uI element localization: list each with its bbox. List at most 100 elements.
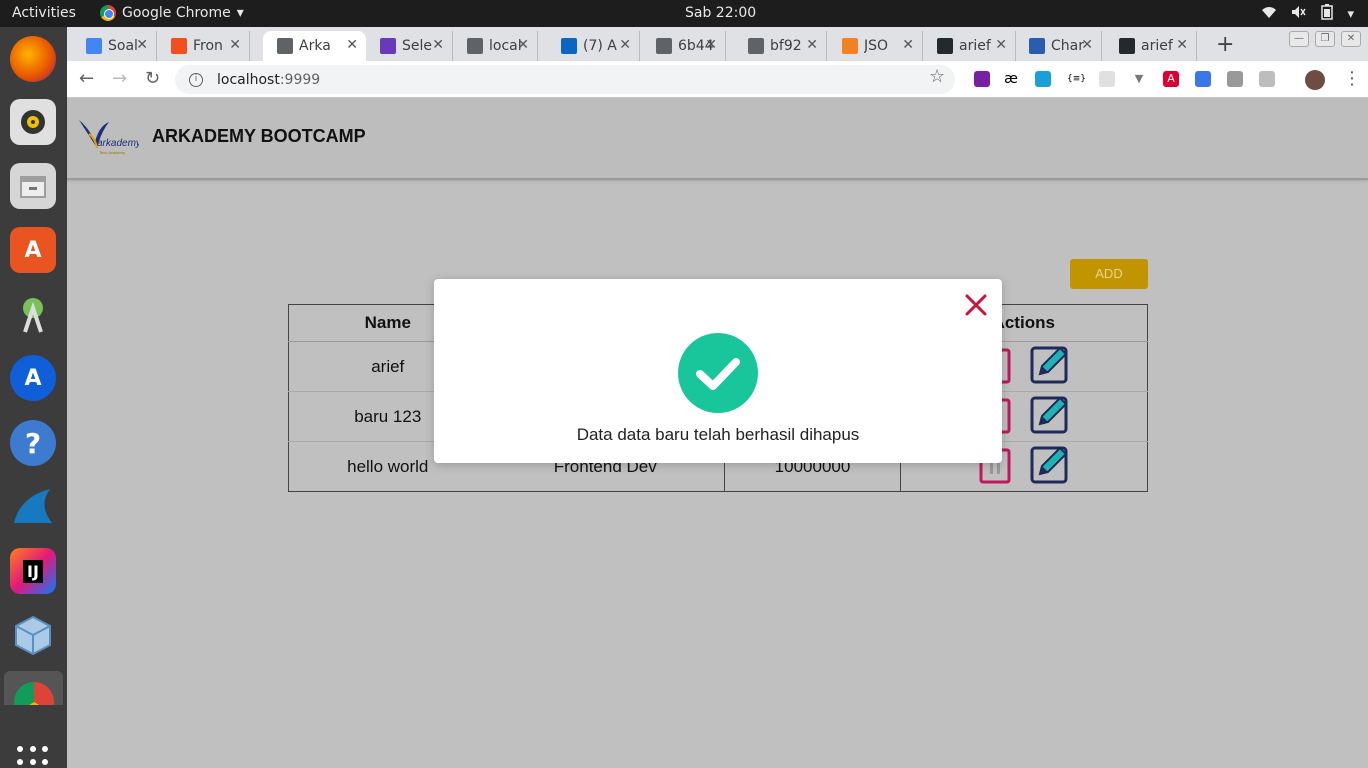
system-tray[interactable]: ▾ xyxy=(1261,4,1354,24)
page-content: arkademy Tech Academy ARKADEMY BOOTCAMP … xyxy=(67,98,1368,768)
battery-icon xyxy=(1321,4,1334,24)
brand-title[interactable]: ARKADEMY BOOTCAMP xyxy=(152,126,366,147)
atom-icon[interactable]: A xyxy=(10,355,56,401)
google-docs-icon xyxy=(86,38,102,54)
maximize-button[interactable]: ❐ xyxy=(1315,31,1335,47)
page-icon xyxy=(656,38,672,54)
extension-cloud-icon[interactable] xyxy=(1035,71,1051,87)
window-close-button[interactable]: ✕ xyxy=(1341,31,1361,47)
new-tab-button[interactable]: + xyxy=(1216,32,1234,57)
success-check-icon xyxy=(678,333,758,413)
tab-close-icon[interactable]: ✕ xyxy=(136,37,148,53)
extension-vue-icon[interactable]: ▼ xyxy=(1131,71,1147,87)
intellij-icon[interactable]: IJ xyxy=(10,548,56,594)
page-icon xyxy=(467,38,483,54)
linkedin-icon xyxy=(561,38,577,54)
tab-close-icon[interactable]: ✕ xyxy=(229,37,241,53)
clock[interactable]: Sab 22:00 xyxy=(685,5,756,21)
wireshark-icon[interactable] xyxy=(10,484,56,530)
app-menu[interactable]: Google Chrome ▾ xyxy=(100,5,244,21)
url-host: localhost xyxy=(217,71,280,88)
address-bar[interactable]: i localhost:9999 xyxy=(175,65,955,94)
wifi-icon xyxy=(1261,5,1277,23)
menu-kebab-icon[interactable]: ⋮ xyxy=(1343,68,1361,89)
minimize-button[interactable]: — xyxy=(1289,31,1309,47)
rhythmbox-icon[interactable] xyxy=(10,99,56,145)
success-modal: Data data baru telah berhasil dihapus xyxy=(434,279,1002,463)
dock: A A ? IJ xyxy=(0,27,67,768)
chrome-dock-icon[interactable] xyxy=(4,671,63,705)
tab-close-icon[interactable]: ✕ xyxy=(995,37,1007,53)
forms-icon xyxy=(380,38,396,54)
extension-json-icon[interactable]: {≡} xyxy=(1067,71,1086,87)
tab-label: JSO xyxy=(864,38,889,54)
tab-close-icon[interactable]: ✕ xyxy=(1081,37,1093,53)
add-button[interactable]: ADD xyxy=(1070,259,1148,289)
extension-translate-icon[interactable] xyxy=(1195,71,1211,87)
browser-tab[interactable]: Arka ✕ xyxy=(263,31,366,61)
extension-grid-icon[interactable] xyxy=(1099,71,1115,87)
github-icon xyxy=(937,38,953,54)
browser-tab[interactable]: Fron ✕ xyxy=(157,31,250,61)
extension-angular-icon[interactable]: A xyxy=(1163,71,1179,87)
show-applications-icon[interactable] xyxy=(17,746,49,768)
tab-close-icon[interactable]: ✕ xyxy=(619,37,631,53)
browser-toolbar: ← → ↻ i localhost:9999 ☆ æ {≡} ▼ A ⋮ xyxy=(67,61,1368,98)
tab-close-icon[interactable]: ✕ xyxy=(517,37,529,53)
browser-tab[interactable]: (7) A ✕ xyxy=(547,31,640,61)
tab-label: arief xyxy=(1141,38,1173,54)
logo-text: arkademy xyxy=(97,138,139,149)
edit-icon[interactable] xyxy=(1030,394,1070,439)
tab-strip: Soal ✕ Fron ✕ Arka ✕ Sele ✕ local ✕ (7) A ✕ 6b44 ✕ bf9… xyxy=(67,27,1368,61)
tab-label: (7) A xyxy=(583,38,617,54)
browser-tab[interactable]: arief ✕ xyxy=(923,31,1016,61)
url-port: :9999 xyxy=(279,71,321,88)
tab-close-icon[interactable]: ✕ xyxy=(346,37,358,53)
devhints-icon xyxy=(1029,38,1045,54)
browser-tab[interactable]: Soal ✕ xyxy=(72,31,157,61)
tab-close-icon[interactable]: ✕ xyxy=(902,37,914,53)
software-center-icon[interactable]: A xyxy=(10,227,56,273)
chevron-down-icon: ▾ xyxy=(1347,6,1354,22)
profile-avatar[interactable] xyxy=(1305,70,1325,90)
close-icon[interactable] xyxy=(964,293,988,317)
android-studio-icon[interactable] xyxy=(10,291,56,337)
edit-icon[interactable] xyxy=(1030,344,1070,389)
extension-cast-icon[interactable] xyxy=(1227,71,1243,87)
tab-close-icon[interactable]: ✕ xyxy=(432,37,444,53)
browser-tab[interactable]: JSO ✕ xyxy=(828,31,923,61)
files-icon[interactable] xyxy=(10,163,56,209)
app-menu-label: Google Chrome xyxy=(122,5,231,21)
back-button[interactable]: ← xyxy=(79,68,94,89)
browser-tab[interactable]: arief ✕ xyxy=(1105,31,1197,61)
help-icon[interactable]: ? xyxy=(10,420,56,466)
chrome-icon xyxy=(100,5,116,21)
browser-tab[interactable]: 6b44 ✕ xyxy=(642,31,726,61)
browser-tab[interactable]: Sele ✕ xyxy=(366,31,453,61)
chevron-down-icon: ▾ xyxy=(236,5,244,21)
browser-tab[interactable]: Char ✕ xyxy=(1015,31,1102,61)
extension-ae-icon[interactable]: æ xyxy=(1003,71,1019,87)
forward-button[interactable]: → xyxy=(112,68,127,89)
tab-label: bf92 xyxy=(770,38,802,54)
browser-tab[interactable]: local ✕ xyxy=(453,31,538,61)
extension-eyedropper-icon[interactable] xyxy=(974,71,990,87)
info-icon[interactable]: i xyxy=(189,72,203,87)
page-icon xyxy=(277,38,293,54)
extensions-puzzle-icon[interactable] xyxy=(1259,71,1275,87)
reload-button[interactable]: ↻ xyxy=(145,68,160,89)
modal-message: Data data baru telah berhasil dihapus xyxy=(576,425,860,444)
activities-button[interactable]: Activities xyxy=(12,5,76,21)
app-navbar: arkademy Tech Academy ARKADEMY BOOTCAMP xyxy=(67,98,1368,180)
volume-icon xyxy=(1291,5,1307,23)
virtualbox-icon[interactable] xyxy=(10,612,56,658)
edit-icon[interactable] xyxy=(1030,444,1070,489)
tab-close-icon[interactable]: ✕ xyxy=(1176,37,1188,53)
firefox-icon[interactable] xyxy=(10,36,56,82)
bookmark-star-icon[interactable]: ☆ xyxy=(929,66,945,87)
figma-icon xyxy=(171,38,187,54)
tab-close-icon[interactable]: ✕ xyxy=(806,37,818,53)
stackoverflow-icon xyxy=(842,38,858,54)
browser-tab[interactable]: bf92 ✕ xyxy=(734,31,827,61)
tab-close-icon[interactable]: ✕ xyxy=(705,37,717,53)
